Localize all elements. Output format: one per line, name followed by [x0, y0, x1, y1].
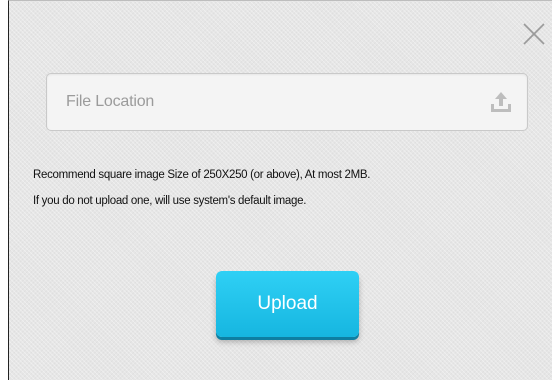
- image-size-hint: Recommend square image Size of 250X250 (…: [33, 169, 371, 181]
- upload-tray-icon[interactable]: [488, 89, 514, 115]
- close-icon: [523, 23, 545, 45]
- file-location-field[interactable]: File Location: [46, 73, 528, 131]
- upload-dialog: File Location Recommend square image Siz…: [8, 0, 552, 380]
- close-button[interactable]: [522, 22, 546, 46]
- upload-button[interactable]: Upload: [216, 271, 359, 337]
- file-location-placeholder: File Location: [66, 93, 155, 110]
- default-image-hint: If you do not upload one, will use syste…: [33, 195, 307, 207]
